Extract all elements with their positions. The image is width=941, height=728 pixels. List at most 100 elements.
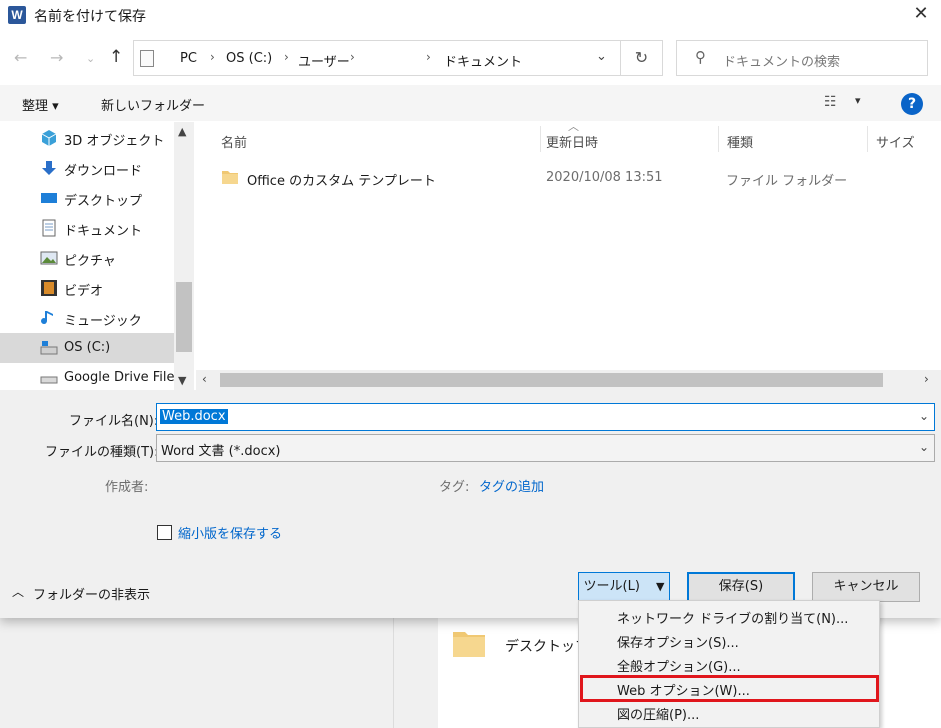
filetype-select[interactable]: Word 文書 (*.docx) ⌄ <box>156 434 935 462</box>
breadcrumb-users[interactable]: ユーザー <box>298 51 350 70</box>
scrollbar-thumb[interactable] <box>220 373 883 387</box>
sidebar-item-desktop[interactable]: デスクトップ <box>0 183 174 213</box>
save-button[interactable]: 保存(S) <box>687 572 795 602</box>
cancel-button[interactable]: キャンセル <box>812 572 920 602</box>
sidebar-item-label: ビデオ <box>64 284 104 299</box>
search-icon: ⚲ <box>695 48 706 66</box>
filetype-label: ファイルの種類(T): <box>45 445 159 460</box>
address-dropdown-icon[interactable]: ⌄ <box>596 49 607 64</box>
menu-item-save-options[interactable]: 保存オプション(S)... <box>579 628 879 652</box>
cube-icon <box>41 130 57 146</box>
background-folder-label: デスクトップ <box>505 639 589 655</box>
column-header-type[interactable]: 種類 <box>727 132 753 151</box>
sidebar-item-label: ミュージック <box>64 314 142 329</box>
title-bar: W 名前を付けて保存 ✕ <box>0 0 941 30</box>
breadcrumb-separator-icon[interactable]: › <box>284 50 289 64</box>
new-folder-button[interactable]: 新しいフォルダー <box>101 95 205 114</box>
forward-arrow-icon[interactable]: → <box>50 48 63 67</box>
sidebar-item-label: OS (C:) <box>64 340 111 355</box>
chevron-up-icon[interactable]: ︿ <box>12 583 24 600</box>
column-header-modified[interactable]: 更新日時 <box>546 132 598 151</box>
sidebar-item-3d-objects[interactable]: 3D オブジェクト <box>0 123 174 153</box>
save-thumbnail-label[interactable]: 縮小版を保存する <box>178 523 282 542</box>
help-icon[interactable]: ? <box>901 93 923 115</box>
up-arrow-icon[interactable]: ↑ <box>109 47 123 67</box>
sidebar-item-downloads[interactable]: ダウンロード <box>0 153 174 183</box>
background-folder-icon <box>452 628 486 658</box>
view-options-icon[interactable]: ☷ <box>824 94 837 110</box>
search-box[interactable]: ⚲ ドキュメントの検索 <box>676 40 928 76</box>
filename-dropdown-icon[interactable]: ⌄ <box>919 409 929 423</box>
close-icon[interactable]: ✕ <box>908 3 934 25</box>
breadcrumb-os-c[interactable]: OS (C:) <box>226 51 272 66</box>
file-modified: 2020/10/08 13:51 <box>546 170 663 185</box>
command-bar: 整理 ▾ 新しいフォルダー ☷ ▾ <box>0 85 941 121</box>
refresh-icon[interactable]: ↻ <box>621 40 663 76</box>
breadcrumb-separator-icon[interactable]: › <box>426 50 431 64</box>
sidebar-item-label: ダウンロード <box>64 164 143 179</box>
column-divider[interactable] <box>718 126 719 152</box>
navigation-pane: 3D オブジェクト ダウンロード デスクトップ ドキュメント ピクチャ ビデオ … <box>0 122 194 390</box>
picture-icon <box>40 251 58 265</box>
sidebar-item-label: 3D オブジェクト <box>64 134 165 149</box>
recent-locations-chevron-icon[interactable]: ⌄ <box>86 52 95 65</box>
hide-folders-button[interactable]: フォルダーの非表示 <box>33 584 150 603</box>
sidebar-item-label: Google Drive File <box>64 370 175 385</box>
view-options-dropdown-icon[interactable]: ▾ <box>855 94 861 107</box>
sidebar-item-google-drive[interactable]: Google Drive File <box>0 363 175 390</box>
breadcrumb-separator-icon[interactable]: › <box>350 50 355 64</box>
breadcrumb-documents[interactable]: ドキュメント <box>444 51 522 70</box>
menu-item-general-options[interactable]: 全般オプション(G)... <box>579 652 879 676</box>
filetype-value: Word 文書 (*.docx) <box>161 444 281 459</box>
save-as-dialog: W 名前を付けて保存 ✕ ← → ⌄ ↑ PC › OS (C:) › ユーザー… <box>0 0 941 618</box>
column-divider[interactable] <box>540 126 541 152</box>
drive-icon <box>40 341 58 355</box>
file-list-scrollbar[interactable]: ‹ › <box>196 370 941 390</box>
breadcrumb-pc[interactable]: PC <box>180 51 197 66</box>
organize-button[interactable]: 整理 ▾ <box>22 95 59 114</box>
tags-label: タグ: <box>439 480 470 495</box>
scrollbar-thumb[interactable] <box>176 282 192 352</box>
tools-button[interactable]: ツール(L) ▼ <box>578 572 670 602</box>
scroll-left-icon[interactable]: ‹ <box>202 372 207 386</box>
sidebar-item-label: ピクチャ <box>64 254 116 269</box>
sidebar-item-os-c[interactable]: OS (C:) <box>0 333 174 363</box>
desktop-icon <box>41 193 57 203</box>
column-header-size[interactable]: サイズ <box>876 132 915 151</box>
author-label: 作成者: <box>105 480 149 495</box>
sidebar-item-label: ドキュメント <box>64 224 143 239</box>
column-header-name[interactable]: 名前 <box>221 132 247 151</box>
breadcrumb-separator-icon[interactable]: › <box>210 50 215 64</box>
download-icon <box>42 161 56 175</box>
sidebar-item-pictures[interactable]: ピクチャ <box>0 243 174 273</box>
address-bar[interactable]: PC › OS (C:) › ユーザー › › ドキュメント ⌄ <box>133 40 621 76</box>
scroll-right-icon[interactable]: › <box>924 372 929 386</box>
filetype-dropdown-icon[interactable]: ⌄ <box>919 440 929 454</box>
scroll-down-icon[interactable]: ▼ <box>178 374 186 387</box>
table-row[interactable]: Office のカスタム テンプレート 2020/10/08 13:51 ファイ… <box>196 162 941 192</box>
add-tag-link[interactable]: タグの追加 <box>479 476 544 495</box>
scroll-up-icon[interactable]: ▲ <box>178 125 186 138</box>
search-placeholder: ドキュメントの検索 <box>723 55 841 70</box>
filename-label: ファイル名(N): <box>69 414 159 429</box>
folder-icon <box>222 171 238 184</box>
sidebar-item-label: デスクトップ <box>64 194 143 209</box>
sidebar-scrollbar[interactable]: ▲ ▼ <box>174 122 194 390</box>
save-thumbnail-checkbox[interactable] <box>157 525 172 540</box>
file-list: ︿ 名前 更新日時 種類 サイズ Office のカスタム テンプレート 202… <box>196 120 941 370</box>
highlight-box <box>580 675 879 702</box>
document-icon <box>42 219 56 237</box>
filename-input[interactable]: Web.docx ⌄ <box>156 403 935 431</box>
menu-item-compress-pictures[interactable]: 図の圧縮(P)... <box>579 700 879 724</box>
save-form: ファイル名(N): Web.docx ⌄ ファイルの種類(T): Word 文書… <box>0 390 941 618</box>
word-app-icon: W <box>8 6 26 24</box>
column-divider[interactable] <box>867 126 868 152</box>
menu-item-map-network-drive[interactable]: ネットワーク ドライブの割り当て(N)... <box>579 604 879 628</box>
sidebar-item-documents[interactable]: ドキュメント <box>0 213 174 243</box>
sidebar-item-music[interactable]: ミュージック <box>0 303 174 333</box>
sidebar-item-videos[interactable]: ビデオ <box>0 273 174 303</box>
file-type: ファイル フォルダー <box>726 174 848 189</box>
music-icon <box>41 311 53 325</box>
back-arrow-icon[interactable]: ← <box>14 48 27 67</box>
location-icon <box>140 50 154 67</box>
